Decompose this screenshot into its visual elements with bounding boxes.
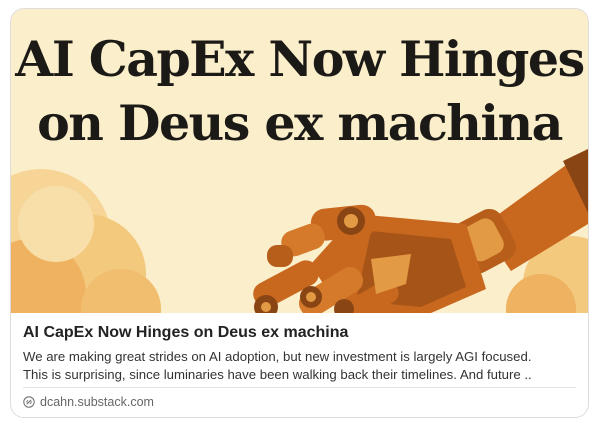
hero-title-line: on Deus ex machina [37,94,563,152]
description-line: This is surprising, since luminaries hav… [23,367,532,382]
divider [23,387,576,388]
source-link[interactable]: dcahn.substack.com [23,395,154,409]
card-title[interactable]: AI CapEx Now Hinges on Deus ex machina [23,323,576,343]
description-line: We are making great strides on AI adopti… [23,349,532,364]
card-description: We are making great strides on AI adopti… [23,348,578,384]
card-info: AI CapEx Now Hinges on Deus ex machina W… [11,313,588,417]
source-domain[interactable]: dcahn.substack.com [40,395,154,409]
hero-title: AI CapEx Now Hinges on Deus ex machina [11,27,588,155]
link-icon [23,396,35,408]
left-cloud-shape [11,169,161,313]
hero-title-line: AI CapEx Now Hinges [15,30,585,88]
hero-image: AI CapEx Now Hinges on Deus ex machina [11,9,588,313]
link-preview-card[interactable]: AI CapEx Now Hinges on Deus ex machina A… [10,8,589,418]
